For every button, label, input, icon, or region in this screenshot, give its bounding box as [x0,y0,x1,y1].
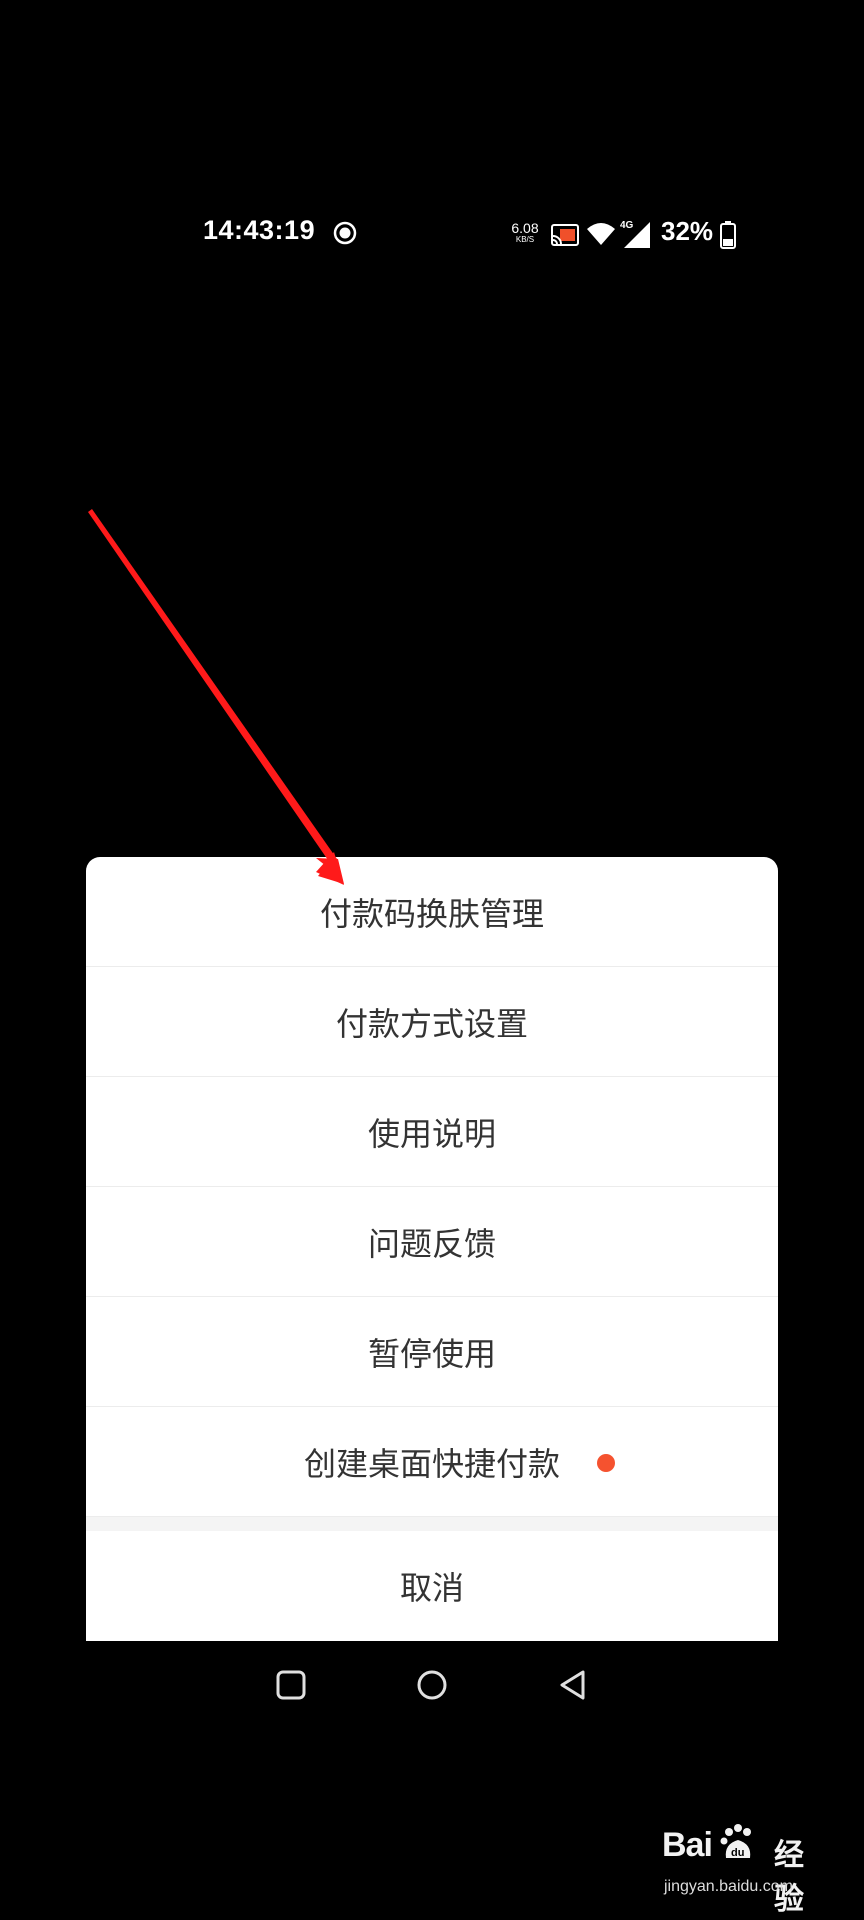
menu-item-payment-method-settings[interactable]: 付款方式设置 [86,967,778,1077]
baidu-jingyan-watermark: Bai du 经验 jingyan.baidu.com [662,1824,832,1917]
screen: 14:43:19 6.08 KB/S 4G 32% 付款码换肤管理 付款方式设置… [0,0,864,1920]
menu-item-create-desktop-shortcut[interactable]: 创建桌面快捷付款 [86,1407,778,1517]
menu-item-feedback[interactable]: 问题反馈 [86,1187,778,1297]
net-speed: 6.08 KB/S [508,221,542,244]
menu-item-label: 暂停使用 [367,1334,496,1373]
status-time: 14:43:19 [203,215,316,245]
watermark-label: 经验 [774,1838,804,1917]
battery-icon [720,221,736,249]
net-speed-unit: KB/S [515,235,535,244]
menu-item-label: 创建桌面快捷付款 [303,1444,560,1483]
menu-item-label: 付款码换肤管理 [319,894,544,933]
menu-item-pause-use[interactable]: 暂停使用 [86,1297,778,1407]
cast-icon [551,224,579,246]
status-bar: 14:43:19 6.08 KB/S 4G 32% [0,210,864,260]
svg-text:du: du [731,1847,744,1859]
menu-item-skin-management[interactable]: 付款码换肤管理 [86,857,778,967]
menu-item-label: 使用说明 [367,1114,496,1153]
watermark-url: jingyan.baidu.com [664,1878,793,1895]
signal-icon: 4G [620,220,650,248]
menu-item-label: 问题反馈 [367,1224,496,1263]
navigation-bar [0,1660,864,1710]
record-icon [333,221,357,245]
network-type: 4G [620,220,634,231]
paw-logo-icon: du [720,1824,751,1859]
battery-percent: 32% [661,216,714,246]
new-badge-dot [597,1454,615,1472]
sheet-divider [86,1517,778,1531]
menu-item-instructions[interactable]: 使用说明 [86,1077,778,1187]
menu-item-label: 付款方式设置 [335,1004,528,1043]
back-icon[interactable] [556,1667,592,1703]
watermark-brand: Bai [662,1826,713,1864]
net-speed-value: 6.08 [511,220,539,236]
cancel-label: 取消 [399,1569,464,1607]
home-icon[interactable] [414,1667,450,1703]
action-sheet: 付款码换肤管理 付款方式设置 使用说明 问题反馈 暂停使用 创建桌面快捷付款 取… [86,857,778,1641]
cancel-button[interactable]: 取消 [86,1531,778,1641]
wifi-icon [587,223,615,245]
recent-apps-icon[interactable] [273,1667,309,1703]
